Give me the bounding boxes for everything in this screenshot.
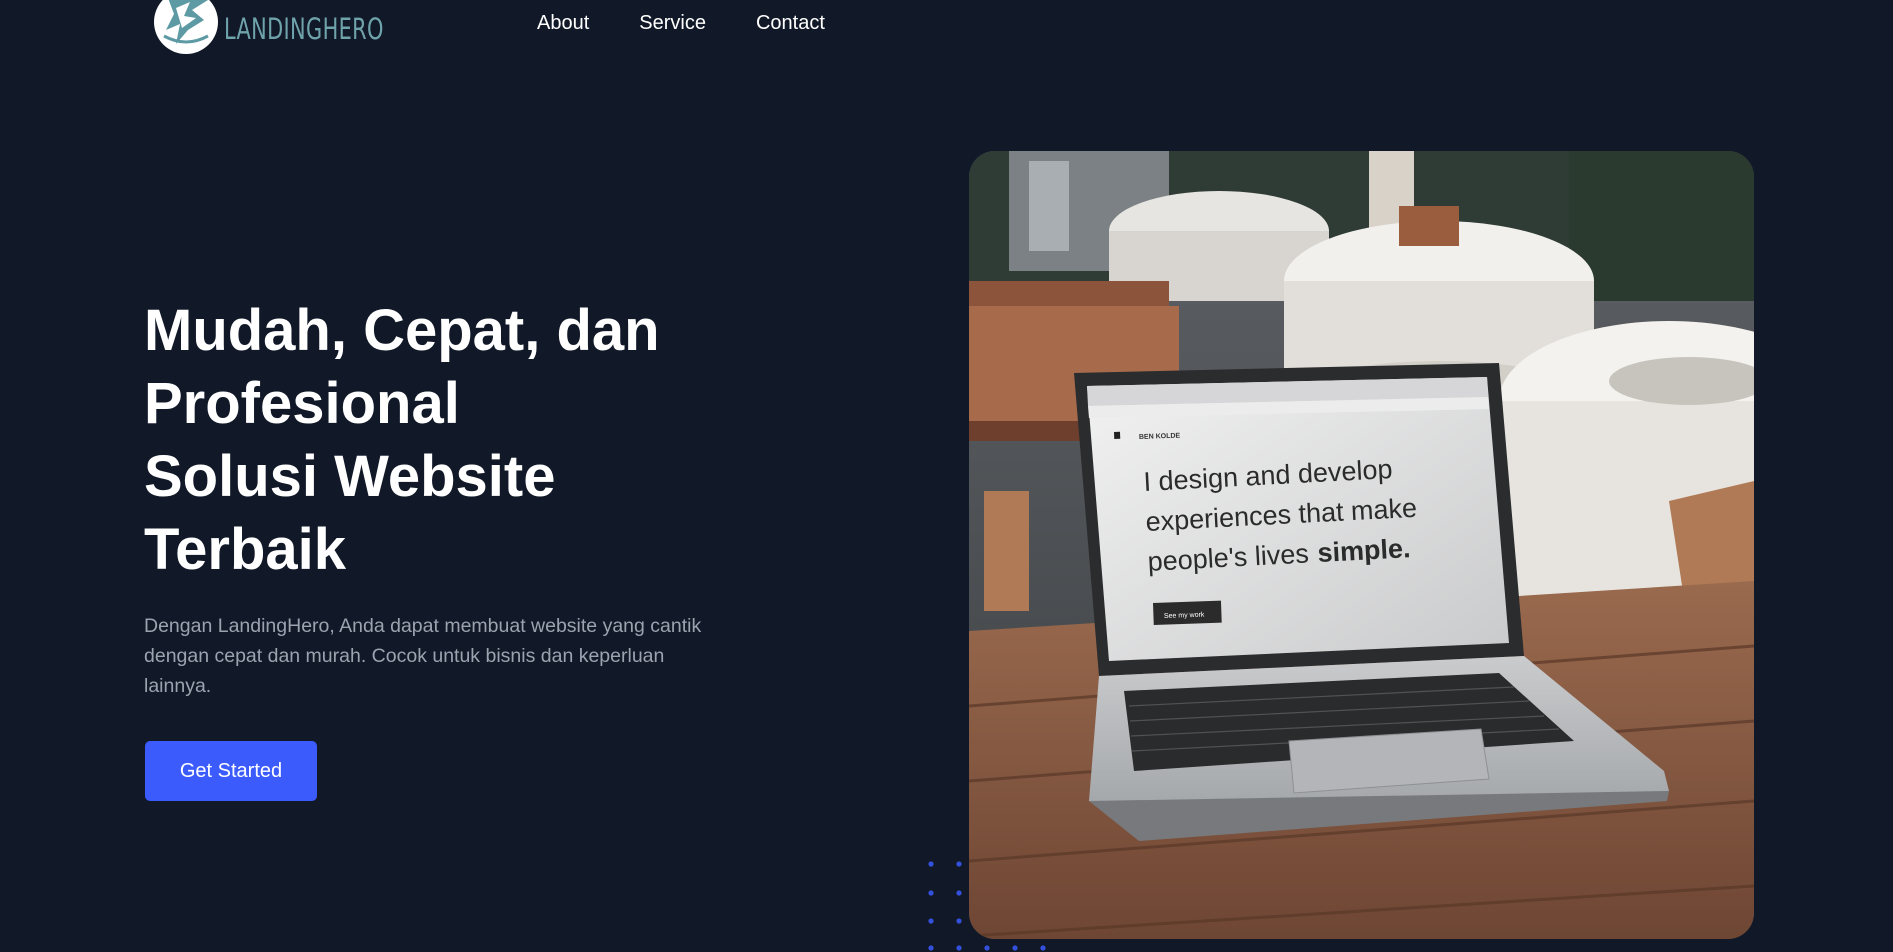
hero-title-line: Mudah, Cepat, dan (144, 298, 660, 363)
brand-name: LANDINGHERO (224, 12, 384, 46)
get-started-button[interactable]: Get Started (145, 741, 317, 801)
hero-title-line: Profesional (144, 371, 460, 436)
main-nav: About Service Contact (537, 12, 875, 34)
screen-button-text: See my work (1164, 612, 1205, 620)
hero-title-line: Terbaik (144, 517, 347, 582)
hero-description: Dengan LandingHero, Anda dapat membuat w… (144, 615, 702, 697)
nav-contact-link[interactable]: Contact (756, 12, 825, 34)
logo-mark-icon (154, 0, 218, 54)
hero-photo: BEN KOLDE I design and develop experienc… (969, 151, 1754, 939)
site-header: LANDINGHERO About Service Contact (0, 0, 1893, 60)
hero-title-line: Solusi Website (144, 444, 556, 509)
screen-brand-text: BEN KOLDE (1139, 433, 1181, 441)
nav-about-link[interactable]: About (537, 12, 589, 34)
hero-title: Mudah, Cepat, dan Profesional Solusi Web… (144, 294, 784, 586)
brand-logo[interactable]: LANDINGHERO (154, 0, 446, 54)
screen-emphasis: simple. (1317, 533, 1411, 568)
nav-service-link[interactable]: Service (639, 12, 706, 34)
